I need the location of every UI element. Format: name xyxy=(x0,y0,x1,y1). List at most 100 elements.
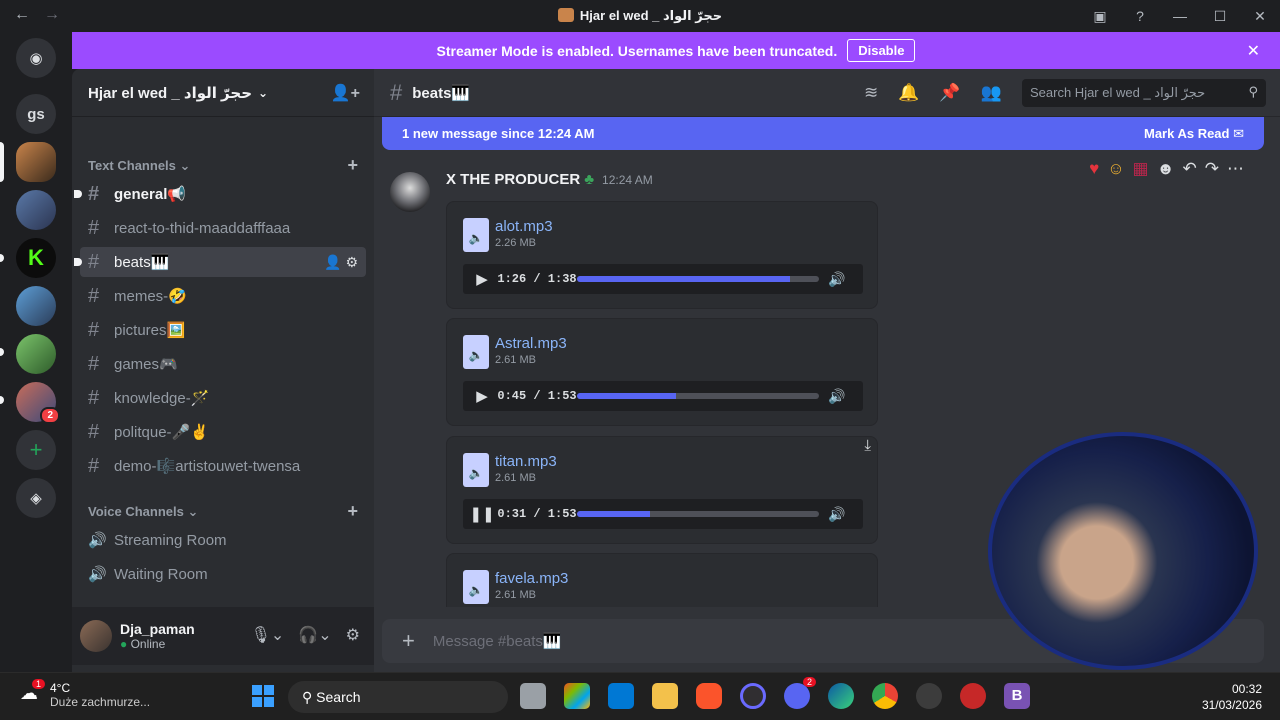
channel-memes[interactable]: # memes-🤣 xyxy=(80,281,366,311)
headphones-icon[interactable]: 🎧⌄ xyxy=(298,625,331,645)
add-channel-icon[interactable]: + xyxy=(347,155,358,176)
channel-label: knowledge-🪄 xyxy=(114,390,210,407)
maximize-icon[interactable]: ☐ xyxy=(1200,8,1240,25)
system-clock[interactable]: 00:32 31/03/2026 xyxy=(1202,681,1262,713)
search-input[interactable]: Search Hjar el wed _ حجرّ الواد ⚲ xyxy=(1022,79,1266,107)
channel-politque[interactable]: # politque-🎤✌️ xyxy=(80,417,366,447)
heart-reaction-icon[interactable]: ♥ xyxy=(1089,159,1099,179)
gear-icon[interactable]: ⚙ xyxy=(345,254,358,270)
invite-people-icon[interactable]: 👤+ xyxy=(331,83,360,103)
brave-icon[interactable] xyxy=(696,683,722,709)
progress-bar[interactable] xyxy=(577,276,819,282)
add-attachment-icon[interactable]: + xyxy=(402,628,415,654)
edge-icon[interactable] xyxy=(828,683,854,709)
channel-beats[interactable]: # beats🎹 👤 ⚙ xyxy=(74,247,366,277)
more-icon[interactable]: ⋯ xyxy=(1227,159,1244,179)
user-panel: Dja_paman ● Online 🎙⌄ 🎧⌄ ⚙ xyxy=(72,607,374,665)
help-icon[interactable]: ? xyxy=(1120,8,1160,24)
channel-general[interactable]: # general📢 xyxy=(74,179,366,209)
weather-widget[interactable]: ☁ 1 4°C Duże zachmurze... xyxy=(20,679,150,709)
channel-demo[interactable]: # demo-🎼artistouwet-twensa xyxy=(80,451,366,481)
volume-icon[interactable]: 🔊 xyxy=(819,506,855,523)
forward-icon[interactable]: ↷ xyxy=(1205,159,1219,179)
play-icon[interactable]: ▶ xyxy=(467,387,497,405)
close-icon[interactable]: ✕ xyxy=(1240,8,1280,25)
channel-games[interactable]: # games🎮 xyxy=(80,349,366,379)
channel-knowledge[interactable]: # knowledge-🪄 xyxy=(80,383,366,413)
store-icon[interactable] xyxy=(608,683,634,709)
discord-taskbar-icon[interactable]: 2 xyxy=(784,677,816,709)
file-explorer-icon[interactable] xyxy=(652,683,678,709)
volume-icon[interactable]: 🔊 xyxy=(819,388,855,405)
add-reaction-icon[interactable]: ☻ xyxy=(1157,159,1175,179)
new-messages-bar[interactable]: 1 new message since 12:24 AM Mark As Rea… xyxy=(382,117,1264,150)
download-icon[interactable]: ⤓ xyxy=(864,437,871,454)
taskbar-search[interactable]: ⚲ Search xyxy=(288,681,508,713)
file-name[interactable]: favela.mp3 xyxy=(495,570,568,587)
volume-icon[interactable]: 🔊 xyxy=(819,271,855,288)
server-text-icon[interactable]: gs xyxy=(16,94,56,134)
members-icon[interactable]: 👥 xyxy=(981,83,1002,103)
threads-icon[interactable]: ≋ xyxy=(864,83,878,103)
add-server-icon[interactable]: + xyxy=(16,430,56,470)
close-banner-icon[interactable]: ✕ xyxy=(1247,41,1260,61)
voice-channel-waiting[interactable]: 🔊 Waiting Room xyxy=(80,559,366,589)
channel-label: memes-🤣 xyxy=(114,288,187,305)
bootstrap-app-icon[interactable]: B xyxy=(1004,683,1030,709)
pin-icon[interactable]: 📌 xyxy=(939,83,960,103)
server-icon-hjar[interactable] xyxy=(16,142,56,182)
play-icon[interactable]: ▶ xyxy=(467,270,497,288)
server-name: Hjar el wed _ حجرّ الواد xyxy=(88,84,253,102)
channel-pictures[interactable]: # pictures🖼️ xyxy=(80,315,366,345)
active-server-pill xyxy=(0,142,4,182)
weather-badge: 1 xyxy=(32,679,46,689)
voice-channel-streaming[interactable]: 🔊 Streaming Room xyxy=(80,525,366,555)
bell-icon[interactable]: 🔔 xyxy=(898,83,919,103)
server-header[interactable]: Hjar el wed _ حجرّ الواد ⌄ 👤+ xyxy=(72,69,374,117)
file-name[interactable]: alot.mp3 xyxy=(495,218,553,235)
server-icon-4[interactable] xyxy=(16,286,56,326)
progress-bar[interactable] xyxy=(577,511,819,517)
avatar[interactable] xyxy=(80,620,112,652)
add-member-icon[interactable]: 👤 xyxy=(324,254,341,270)
file-name[interactable]: titan.mp3 xyxy=(495,453,557,470)
disable-button[interactable]: Disable xyxy=(847,39,916,62)
avatar[interactable] xyxy=(390,172,430,212)
server-icon-pixel[interactable] xyxy=(16,334,56,374)
reply-icon[interactable]: ↶ xyxy=(1183,159,1197,179)
chevron-down-icon: ⌄ xyxy=(179,158,191,173)
hash-icon: # xyxy=(88,182,100,205)
widgets-icon[interactable] xyxy=(564,683,590,709)
microphone-icon[interactable]: 🎙⌄ xyxy=(251,625,285,645)
task-view-icon[interactable] xyxy=(520,683,546,709)
user-info[interactable]: Dja_paman ● Online xyxy=(120,621,195,651)
discord-home-icon[interactable]: ◉ xyxy=(16,38,56,78)
category-label: Voice Channels xyxy=(88,504,184,519)
explore-icon[interactable]: ◈ xyxy=(16,478,56,518)
minimize-icon[interactable]: — xyxy=(1160,8,1200,24)
laugh-reaction-icon[interactable]: ☺ xyxy=(1107,159,1124,179)
mark-as-read-button[interactable]: Mark As Read ✉ xyxy=(1144,126,1244,142)
windows-start-icon[interactable] xyxy=(252,685,274,707)
progress-bar[interactable] xyxy=(577,393,819,399)
category-voice-channels[interactable]: Voice Channels ⌄ + xyxy=(88,501,358,522)
chrome-icon[interactable] xyxy=(872,683,898,709)
hash-icon: # xyxy=(88,386,100,409)
server-icon-6[interactable]: 2 xyxy=(16,382,60,424)
recording-app-icon[interactable] xyxy=(960,683,986,709)
author-name[interactable]: X THE PRODUCER xyxy=(446,171,580,188)
gear-icon[interactable]: ⚙ xyxy=(346,625,360,645)
add-channel-icon[interactable]: + xyxy=(347,501,358,522)
obs-icon[interactable] xyxy=(740,683,766,709)
unread-pill xyxy=(0,254,4,262)
channel-react[interactable]: # react-to-thid-maaddafffaaa xyxy=(80,213,366,243)
file-name[interactable]: Astral.mp3 xyxy=(495,335,567,352)
server-icon-2[interactable] xyxy=(16,190,56,230)
pause-icon[interactable]: ❚❚ xyxy=(467,505,497,523)
category-text-channels[interactable]: Text Channels ⌄ + xyxy=(88,155,358,176)
inbox-icon[interactable]: ▣ xyxy=(1080,8,1120,25)
audio-file-icon: 🔈 xyxy=(463,218,489,252)
server-icon-kick[interactable]: K xyxy=(16,238,56,278)
app-icon[interactable] xyxy=(916,683,942,709)
reaction-icon[interactable]: ▦ xyxy=(1133,159,1149,179)
